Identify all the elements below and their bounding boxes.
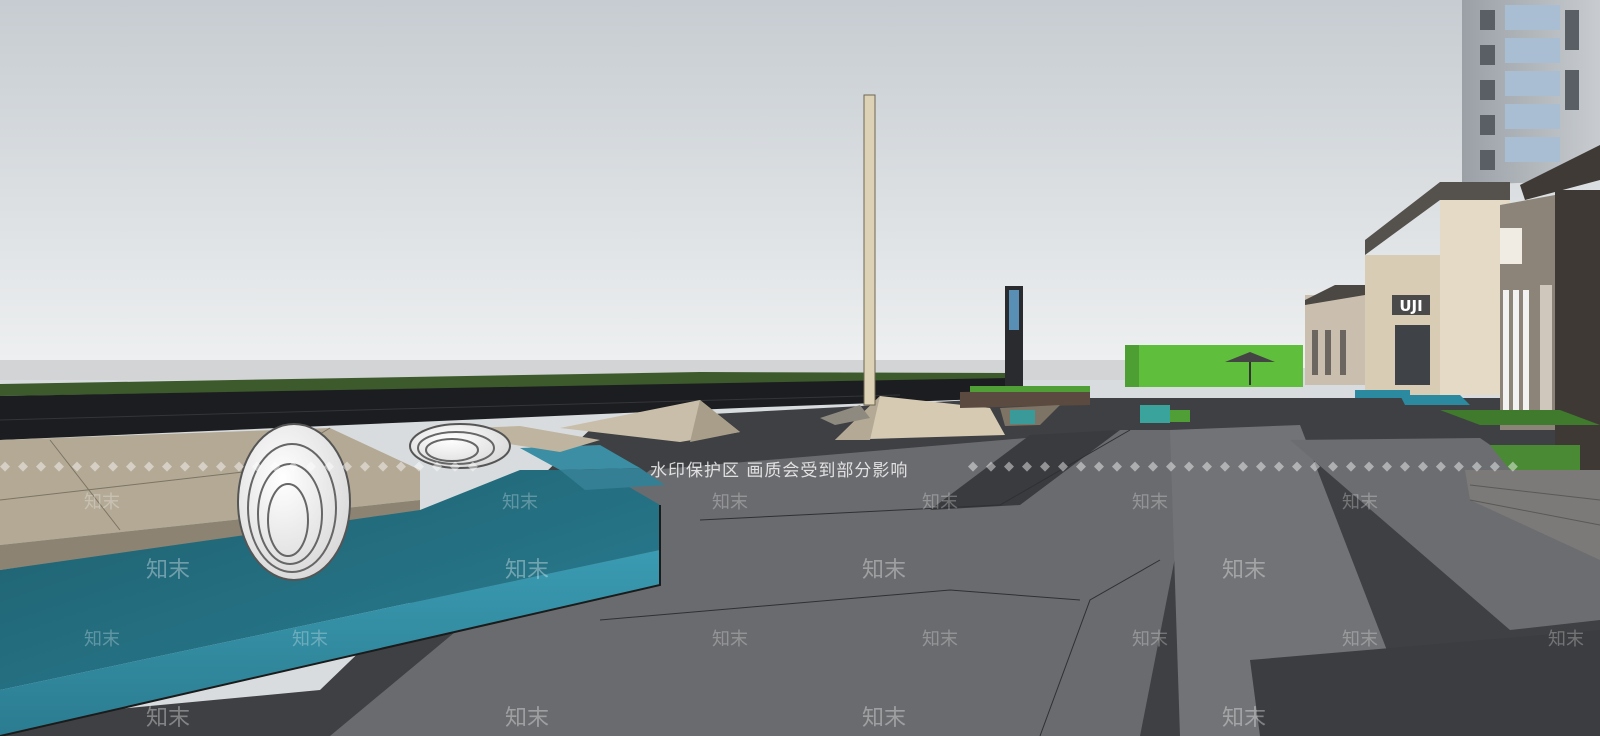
green-wall-shade: [1125, 345, 1139, 387]
watermark-brand: 知末: [862, 558, 907, 583]
watermark-brand: 知末: [1342, 629, 1378, 650]
watermark-brand: 知末: [146, 706, 191, 731]
watermark-brand: 知末: [505, 558, 550, 583]
watermark-brand: 知末: [922, 492, 958, 513]
pebble-sculpture-large: [237, 423, 351, 581]
water-feature-mid: [1140, 405, 1170, 423]
watermark-brand: 知末: [292, 629, 328, 650]
watermark-brand: 知末: [862, 706, 907, 731]
watermark-brand: 知末: [146, 558, 191, 583]
watermark-brand: 知末: [712, 492, 748, 513]
dark-building-column: [1555, 190, 1600, 480]
planter-green-2: [1170, 410, 1190, 422]
dark-building-sign: [1500, 228, 1522, 264]
retail-window: [1395, 325, 1430, 385]
watermark-band-dots-left: ◆◆◆◆◆◆◆◆◆◆◆◆◆◆◆◆◆◆◆◆◆◆◆◆◆◆◆: [0, 459, 486, 474]
planter-green-1: [970, 386, 1090, 392]
green-wall: [1125, 345, 1303, 387]
watermark-brand: 知末: [1222, 706, 1267, 731]
watermark-brand: 知末: [84, 629, 120, 650]
signage-totem-panel: [1009, 290, 1019, 330]
watermark-brand: 知末: [712, 629, 748, 650]
watermark-brand: 知末: [1222, 558, 1267, 583]
watermark-brand: 知末: [1548, 629, 1584, 650]
watermark-brand: 知末: [1132, 629, 1168, 650]
right-pool: [1400, 395, 1470, 405]
watermark-band-text: 水印保护区 画质会受到部分影响: [650, 461, 909, 481]
far-building-windows: [1312, 330, 1346, 375]
mid-pool-strip: [1010, 410, 1035, 424]
watermark-brand: 知末: [502, 492, 538, 513]
watermark-band-dots-right: ◆◆◆◆◆◆◆◆◆◆◆◆◆◆◆◆◆◆◆◆◆◆◆◆◆◆◆◆◆◆◆: [968, 459, 1526, 474]
watermark-brand: 知末: [922, 629, 958, 650]
planter-block: [960, 390, 1090, 408]
watermark-brand: 知末: [1342, 492, 1378, 513]
storefront-sign: UJI: [1399, 297, 1422, 315]
watermark-brand: 知末: [1132, 492, 1168, 513]
retail-building-side: [1440, 200, 1510, 395]
tall-pole: [863, 94, 876, 406]
watermark-brand: 知末: [505, 706, 550, 731]
watermark-brand: 知末: [84, 492, 120, 513]
